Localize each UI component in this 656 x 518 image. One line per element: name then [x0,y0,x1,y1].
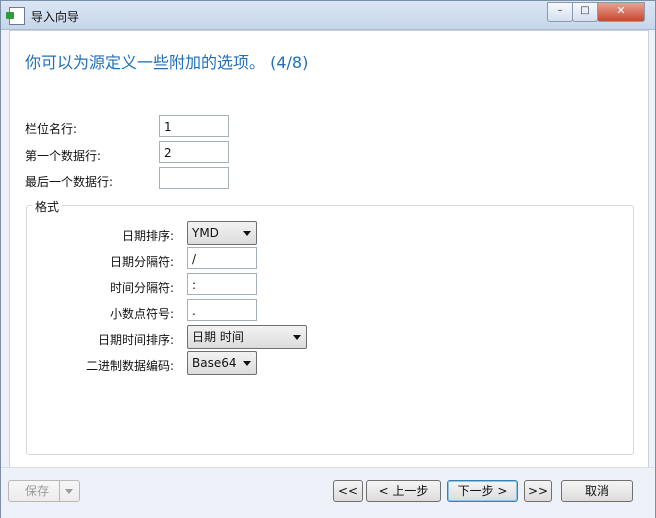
datetime-order-dropdown[interactable]: 日期 时间 [187,325,307,349]
prev-step-button[interactable]: < 上一步 [366,480,441,502]
save-button[interactable]: 保存 [8,480,80,502]
save-button-label: 保存 [25,484,50,498]
save-dropdown-arrow-icon[interactable] [59,481,80,501]
binary-encoding-dropdown[interactable]: Base64 [187,351,257,375]
binary-encoding-value: Base64 [192,356,237,370]
first-data-row-input[interactable]: 2 [159,141,229,163]
first-step-button[interactable]: << [333,480,363,502]
maximize-button[interactable]: □ [572,2,598,22]
last-data-row-input[interactable] [159,167,229,189]
decimal-symbol-input[interactable]: . [187,299,257,321]
import-wizard-icon [6,7,25,25]
cancel-button[interactable]: 取消 [561,480,633,502]
first-data-row-label: 第一个数据行: [25,149,102,163]
field-name-row-label: 栏位名行: [25,122,78,136]
minimize-button[interactable]: – [547,2,573,22]
title-bar[interactable]: 导入向导 – □ ✕ [1,1,655,30]
next-step-button[interactable]: 下一步 > [447,480,518,502]
page-heading: 你可以为源定义一些附加的选项。 (4/8) [25,53,309,72]
field-name-row-input[interactable]: 1 [159,115,229,137]
close-button[interactable]: ✕ [597,2,645,22]
chevron-down-icon [293,335,301,340]
import-wizard-window: 导入向导 – □ ✕ 你可以为源定义一些附加的选项。 (4/8) 栏位名行: 1… [0,0,656,518]
last-step-button[interactable]: >> [524,480,552,502]
datetime-order-label: 日期时间排序: [97,333,174,347]
time-delimiter-label: 时间分隔符: [109,281,174,295]
binary-encoding-label: 二进制数据编码: [85,359,174,373]
format-group [26,205,634,455]
date-order-value: YMD [192,226,219,240]
last-data-row-label: 最后一个数据行: [25,175,114,189]
date-delimiter-label: 日期分隔符: [109,255,174,269]
date-order-dropdown[interactable]: YMD [187,221,257,245]
wizard-content: 你可以为源定义一些附加的选项。 (4/8) 栏位名行: 1 第一个数据行: 2 … [9,30,649,468]
time-delimiter-input[interactable]: : [187,273,257,295]
format-group-legend: 格式 [32,198,63,215]
chevron-down-icon [243,231,251,236]
wizard-footer: 保存 << < 上一步 下一步 > >> 取消 [1,467,655,518]
date-order-label: 日期排序: [121,229,174,243]
date-delimiter-input[interactable]: / [187,247,257,269]
decimal-symbol-label: 小数点符号: [109,307,174,321]
window-title: 导入向导 [31,10,80,24]
chevron-down-icon [243,361,251,366]
datetime-order-value: 日期 时间 [192,330,244,344]
